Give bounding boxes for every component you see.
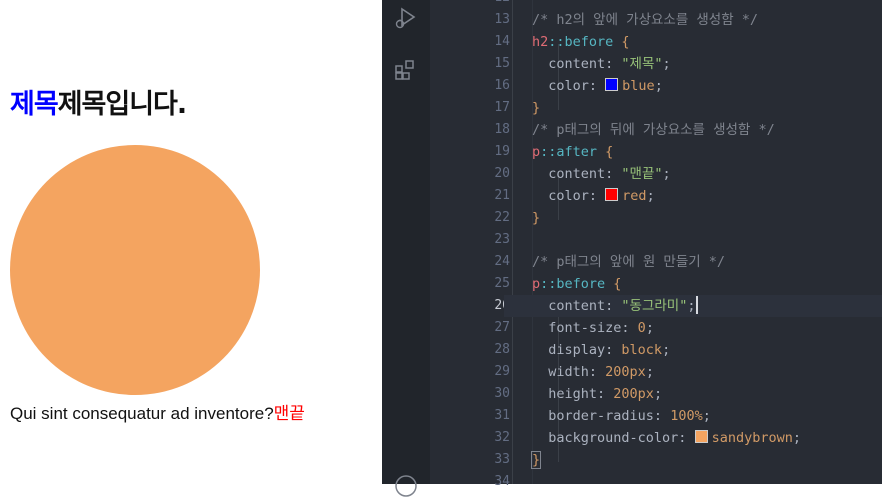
code-line-18: /* p태그의 뒤에 가상요소를 생성함 */ [532,122,775,138]
line-number: 17 [494,100,510,115]
circle-shape [10,145,260,395]
line-number: 32 [494,430,510,445]
code-line-33: } [530,451,542,469]
code-line-21: color: red; [548,188,655,204]
code-line-31: border-radius: 100%; [548,408,711,424]
extensions-icon[interactable] [394,58,418,82]
line-number: 28 [494,342,510,357]
code-line-28: display: block; [548,342,671,358]
text-cursor [695,296,698,314]
code-line-15: content: "제목"; [548,56,671,72]
code-line-14: h2::before { [532,34,630,50]
line-number-gutter: 12 13 14 15 16 17 18 19 20 21 22 23 24 25 26 27 28 29 30 31… [430,0,512,489]
indent-guide [512,0,513,484]
paragraph: Qui sint consequatur ad inventore?맨끝 [10,399,305,424]
paragraph-text: Qui sint consequatur ad inventore? [10,404,274,423]
line-number: 33 [494,452,510,467]
line-number: 25 [494,276,510,291]
code-line-22: } [532,210,541,226]
line-number: 15 [494,56,510,71]
code-line-17: } [532,100,541,116]
code-line-30: height: 200px; [548,386,663,402]
line-number: 21 [494,188,510,203]
paragraph-after-pseudo: 맨끝 [273,404,305,423]
line-number: 16 [494,78,510,93]
line-number: 19 [494,144,510,159]
line-number: 13 [494,12,510,27]
line-number: 34 [494,474,510,489]
color-swatch-red[interactable] [605,188,619,201]
line-number: 27 [494,320,510,335]
code-line-20: content: "맨끝"; [548,166,671,182]
code-line-26: content: "동그라미"; [504,295,882,317]
code-line-13: /* h2의 앞에 가상요소를 생성함 */ [532,12,759,28]
line-number: 26 [494,298,510,313]
color-swatch-blue[interactable] [605,78,619,91]
line-number: 24 [494,254,510,269]
line-number: 23 [494,232,510,247]
line-number: 18 [494,122,510,137]
account-icon[interactable] [394,474,418,498]
line-number: 12 [450,0,510,9]
color-swatch-sandybrown[interactable] [694,430,708,443]
line-number: 30 [494,386,510,401]
heading-before-pseudo: 제목 [10,89,59,120]
line-number: 14 [494,34,510,49]
line-number: 20 [494,166,510,181]
code-area[interactable]: /* h2의 앞에 가상요소를 생성함 */ h2::before { cont… [504,0,882,484]
code-line-32: background-color: sandybrown; [548,430,801,446]
activity-bar [382,0,430,497]
code-line-27: font-size: 0; [548,320,654,336]
line-number: 29 [494,364,510,379]
line-number: 22 [494,210,510,225]
code-editor: 12 13 14 15 16 17 18 19 20 21 22 23 24 25 26 27 28 29 30 31… [382,0,882,497]
code-line-25: p::before { [532,276,622,292]
page-heading: 제목제목입니다. [10,82,187,121]
code-line-16: color: blue; [548,78,663,94]
code-line-19: p::after { [532,144,614,160]
code-line-29: width: 200px; [548,364,654,380]
browser-preview: 제목제목입니다. Qui sint consequatur ad invento… [0,0,382,484]
debug-icon[interactable] [394,6,418,30]
code-line-24: /* p태그의 앞에 원 만들기 */ [532,254,726,270]
heading-text: 제목입니다. [57,89,187,120]
line-number: 31 [494,408,510,423]
